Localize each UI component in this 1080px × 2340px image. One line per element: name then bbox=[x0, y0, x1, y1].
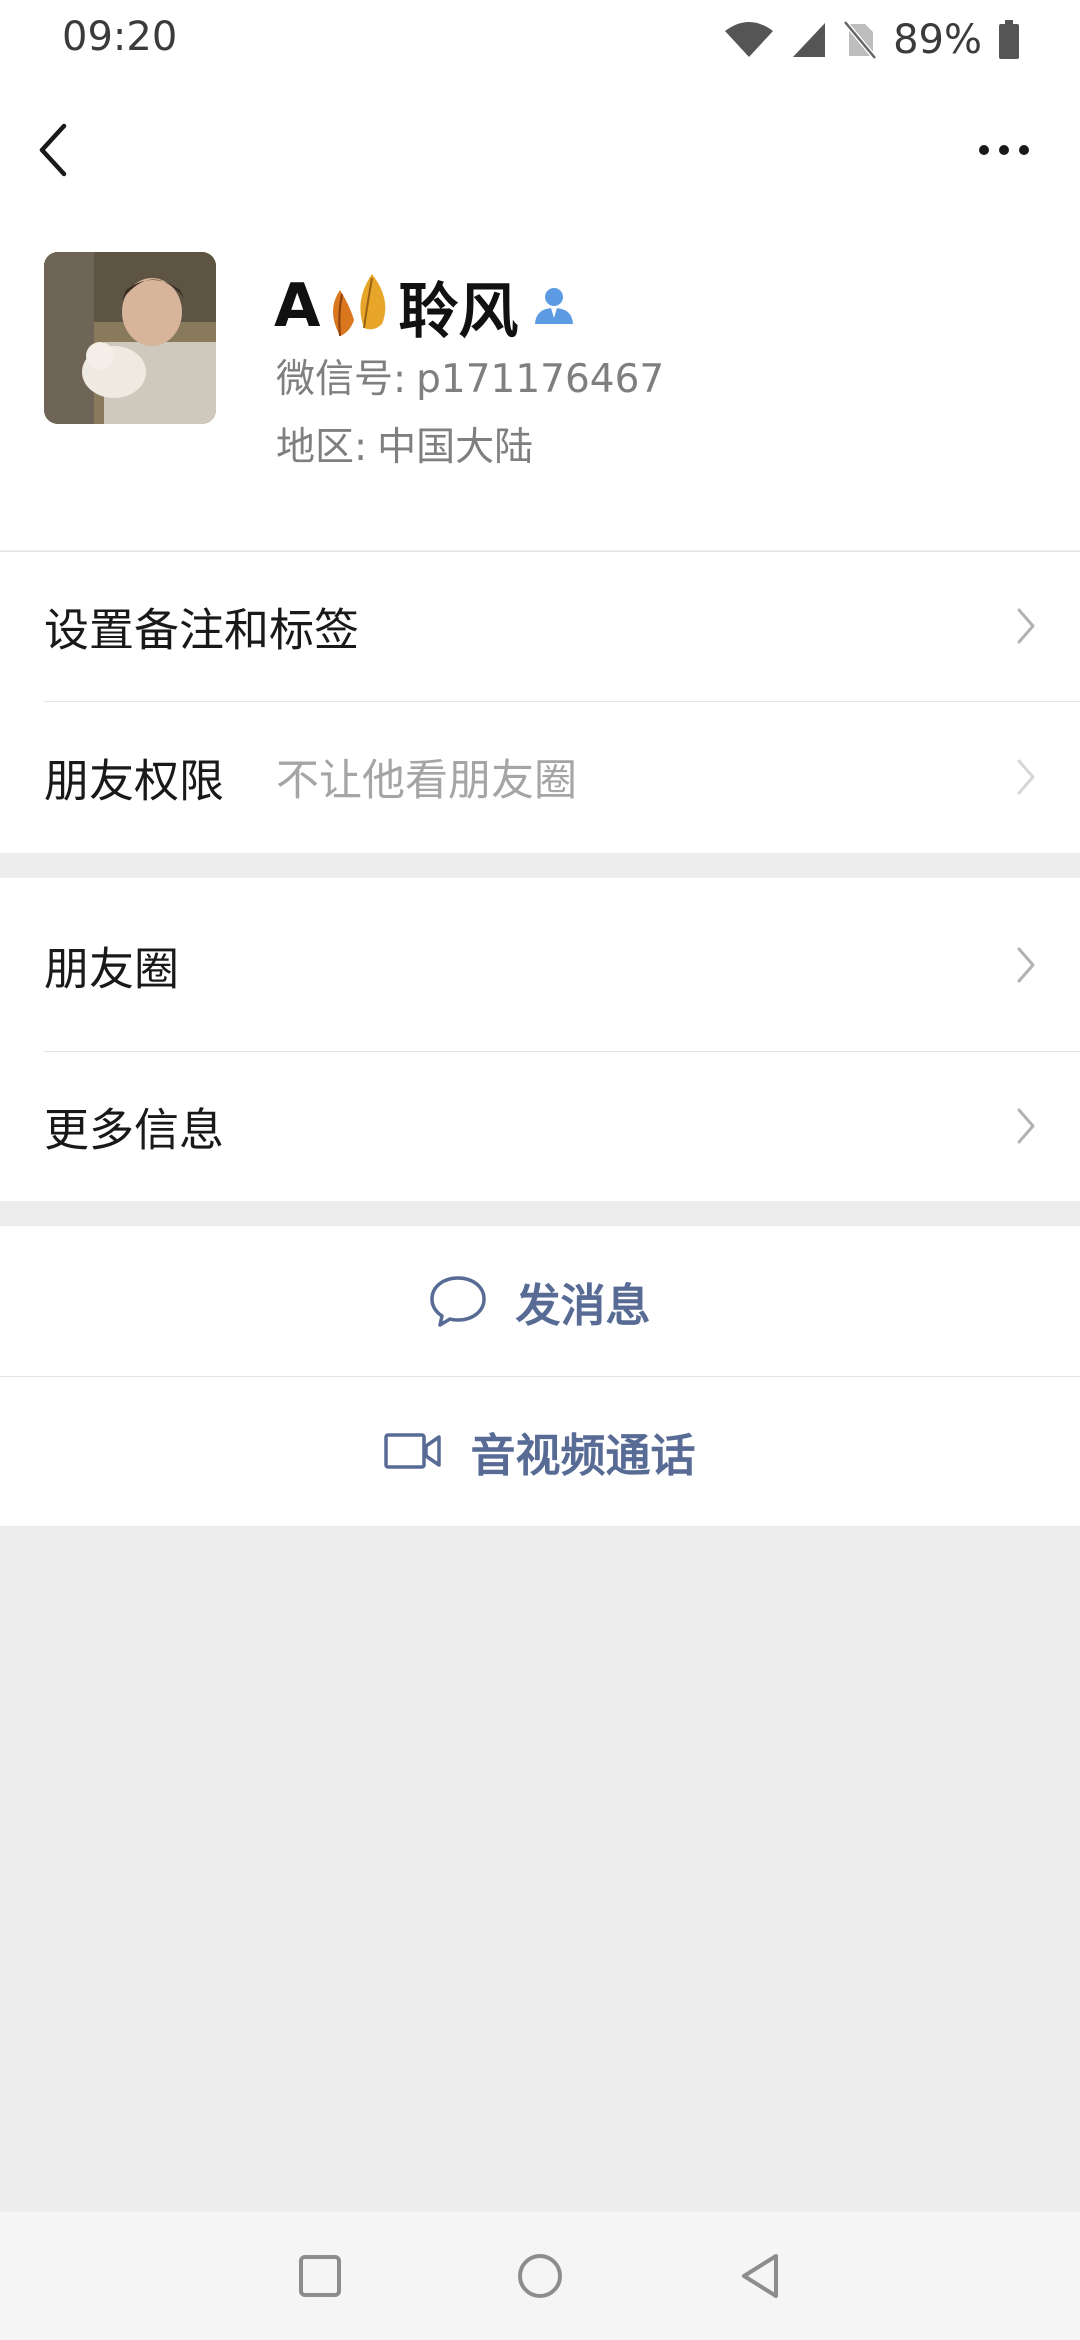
fallen-leaf-icon bbox=[333, 274, 386, 337]
more-icon[interactable] bbox=[976, 132, 1032, 168]
profile-name: A 聆风 bbox=[274, 258, 576, 354]
region-label: 地区: bbox=[276, 425, 368, 470]
video-call-button[interactable]: 音视频通话 bbox=[0, 1376, 1080, 1526]
friend-permission-value: 不让他看朋友圈 bbox=[276, 756, 577, 806]
send-message-label: 发消息 bbox=[515, 1278, 651, 1332]
profile-name-prefix: A bbox=[274, 271, 321, 341]
chat-bubble-icon bbox=[430, 1276, 487, 1327]
moments-label: 朋友圈 bbox=[44, 942, 180, 995]
status-time: 09:20 bbox=[62, 14, 178, 60]
chevron-right-icon bbox=[1017, 608, 1035, 644]
remark-tags-label: 设置备注和标签 bbox=[44, 603, 360, 657]
friend-permission-cell[interactable]: 朋友权限 不让他看朋友圈 bbox=[0, 701, 1080, 853]
home-circle-icon[interactable] bbox=[514, 2250, 566, 2302]
more-info-cell[interactable]: 更多信息 bbox=[0, 1051, 1080, 1201]
back-triangle-icon[interactable] bbox=[736, 2250, 788, 2302]
cell-signal-icon bbox=[793, 23, 826, 57]
profile-name-suffix: 聆风 bbox=[398, 276, 519, 347]
remark-tags-cell[interactable]: 设置备注和标签 bbox=[0, 551, 1080, 701]
region-row: 地区: 中国大陆 bbox=[276, 416, 533, 472]
wechat-id-value: p171176467 bbox=[416, 357, 665, 402]
moments-cell[interactable]: 朋友圈 bbox=[0, 878, 1080, 1051]
back-icon[interactable] bbox=[34, 120, 70, 180]
status-bar: 09:20 89% bbox=[0, 0, 1080, 80]
chevron-right-icon bbox=[1017, 947, 1035, 982]
battery-percent: 89% bbox=[893, 17, 982, 63]
video-camera-icon bbox=[384, 1433, 442, 1469]
status-icons: 89% bbox=[723, 14, 1020, 66]
more-info-label: 更多信息 bbox=[44, 1103, 225, 1157]
verified-contact-icon bbox=[535, 288, 574, 324]
wechat-id-row: 微信号: p171176467 bbox=[276, 348, 664, 404]
recents-square-icon[interactable] bbox=[294, 2250, 346, 2302]
friend-permission-label: 朋友权限 bbox=[44, 754, 225, 808]
region-value: 中国大陆 bbox=[377, 425, 534, 470]
avatar[interactable] bbox=[44, 252, 216, 424]
no-sim-icon bbox=[843, 20, 878, 60]
send-message-button[interactable]: 发消息 bbox=[0, 1226, 1080, 1376]
system-navigation-bar bbox=[0, 2212, 1080, 2340]
chevron-right-icon bbox=[1017, 759, 1035, 795]
profile-card: A 聆风 微信号: p171176467 地区: 中国大陆 bbox=[0, 210, 1080, 550]
wifi-icon bbox=[725, 22, 774, 57]
video-call-label: 音视频通话 bbox=[470, 1428, 696, 1482]
wechat-id-label: 微信号: bbox=[276, 357, 407, 402]
navigation-bar bbox=[0, 80, 1080, 210]
chevron-right-icon bbox=[1017, 1108, 1035, 1144]
battery-icon bbox=[999, 20, 1019, 59]
